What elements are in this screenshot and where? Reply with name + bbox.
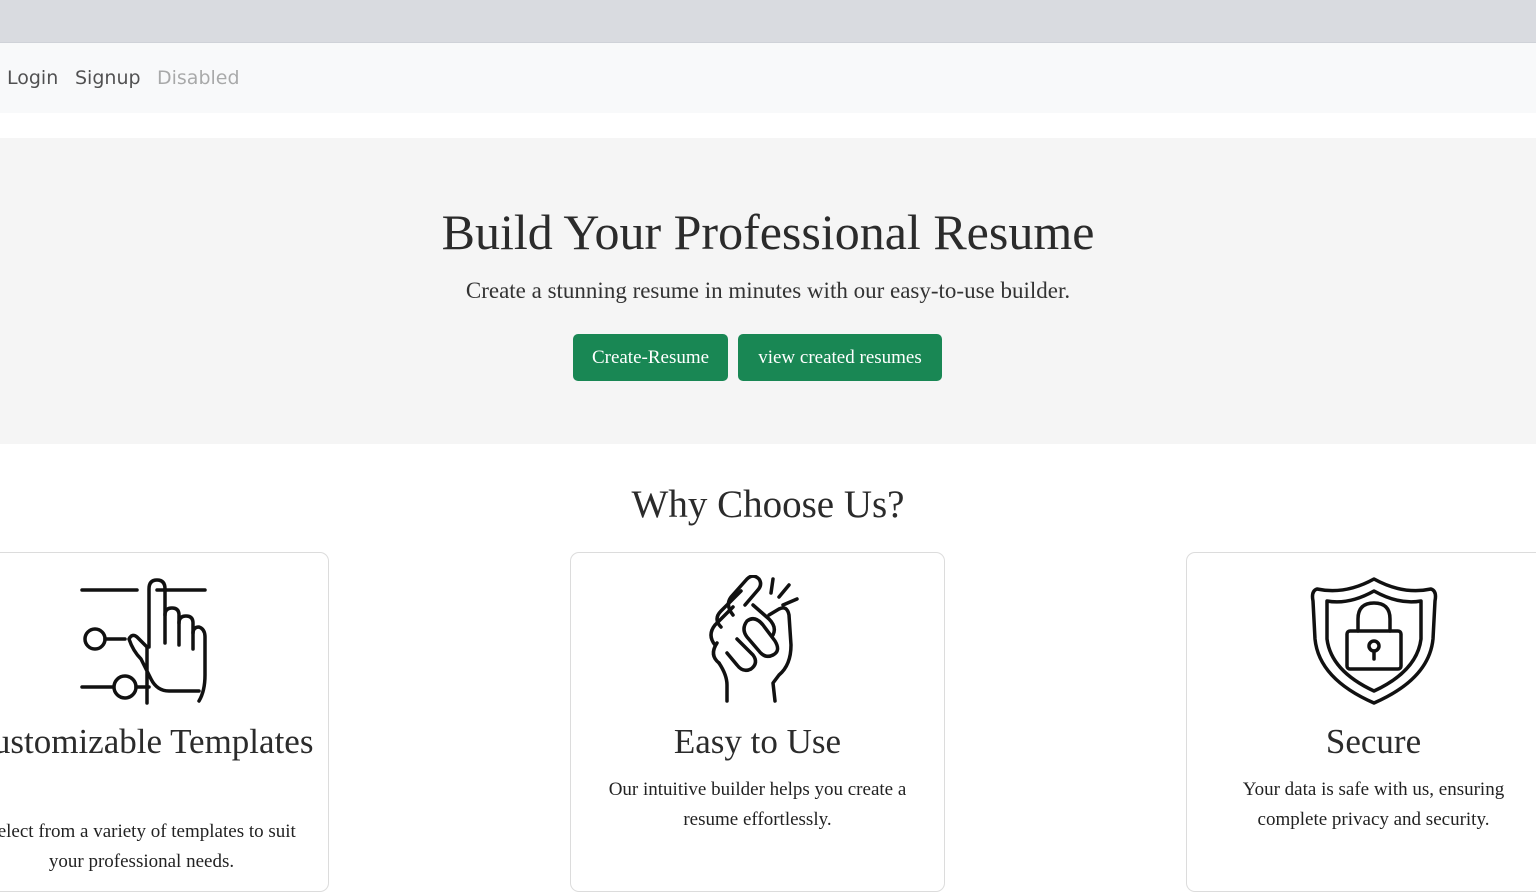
nav-link-disabled: Disabled (157, 67, 240, 89)
create-resume-button[interactable]: Create-Resume (573, 334, 728, 381)
view-created-resumes-button[interactable]: view created resumes (738, 334, 942, 381)
feature-title: Secure (1325, 722, 1422, 761)
hand-slider-icon (79, 578, 207, 705)
feature-description: Our intuitive builder helps you create a… (608, 779, 907, 830)
feature-title: Customizable Templates (0, 722, 314, 761)
feature-card-templates: Customizable Templates Select from a var… (0, 552, 329, 892)
hero-subtitle: Create a stunning resume in minutes with… (465, 278, 1071, 303)
nav-link-signup[interactable]: Signup (75, 67, 141, 89)
feature-card-secure: Secure Your data is safe with us, ensuri… (1186, 552, 1536, 892)
feature-title: Easy to Use (673, 722, 842, 761)
hero-title: Build Your Professional Resume (441, 204, 1095, 260)
navbar: Login Signup Disabled (0, 43, 1536, 113)
feature-description: Select from a variety of templates to su… (0, 821, 296, 872)
hero-section: Build Your Professional Resume Create a … (0, 138, 1536, 444)
feature-card-easy: Easy to Use Our intuitive builder helps … (570, 552, 945, 892)
crossed-fingers-icon (708, 575, 799, 703)
browser-top-strip (0, 0, 1536, 43)
feature-description: Your data is safe with us, ensuring comp… (1242, 779, 1505, 830)
shield-lock-icon (1310, 577, 1437, 705)
nav-link-login[interactable]: Login (7, 67, 58, 89)
features-title: Why Choose Us? (631, 483, 905, 526)
